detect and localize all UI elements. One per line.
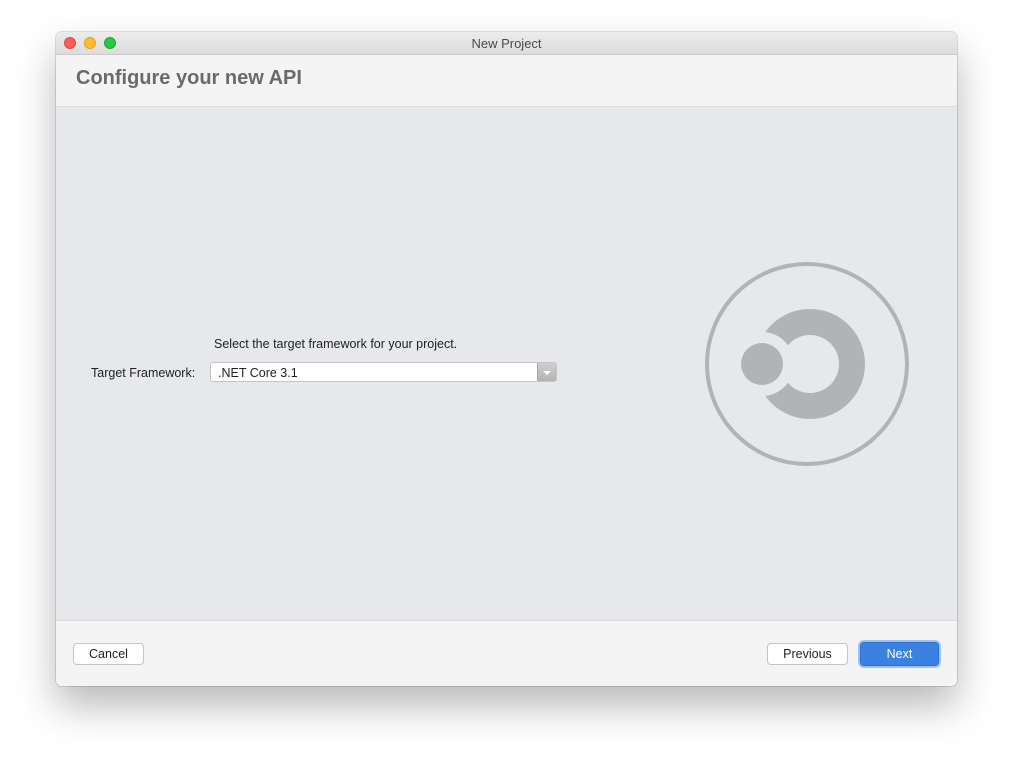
cancel-button[interactable]: Cancel bbox=[73, 643, 144, 665]
chevron-down-icon bbox=[543, 371, 551, 375]
target-framework-select[interactable]: .NET Core 3.1 bbox=[210, 362, 557, 382]
dropdown-button[interactable] bbox=[537, 363, 556, 381]
page-title: Configure your new API bbox=[76, 67, 302, 89]
previous-button[interactable]: Previous bbox=[767, 643, 848, 665]
new-project-window: New Project Configure your new API Selec… bbox=[56, 32, 957, 686]
framework-instruction: Select the target framework for your pro… bbox=[214, 337, 458, 351]
target-framework-label: Target Framework: bbox=[91, 366, 196, 380]
target-framework-value: .NET Core 3.1 bbox=[218, 366, 298, 380]
project-type-logo-icon bbox=[705, 262, 909, 466]
window-title: New Project bbox=[471, 36, 542, 51]
title-bar[interactable]: New Project bbox=[56, 32, 957, 55]
next-button[interactable]: Next bbox=[860, 642, 939, 666]
logo-small-circle bbox=[741, 343, 783, 385]
content-area: Select the target framework for your pro… bbox=[56, 107, 957, 620]
dialog-footer: Cancel Previous Next bbox=[56, 620, 957, 686]
page-header: Configure your new API bbox=[56, 55, 957, 107]
